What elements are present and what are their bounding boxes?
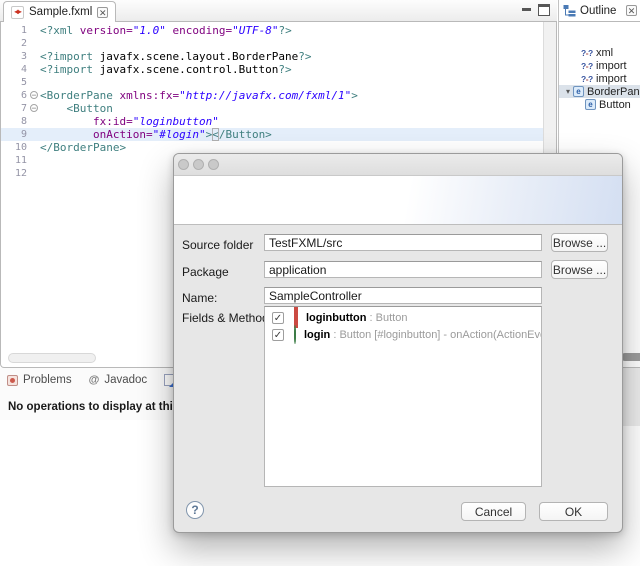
element-icon: e bbox=[585, 99, 596, 110]
outline-item-xml[interactable]: ?-?xml bbox=[559, 46, 640, 59]
source-folder-browse-button[interactable]: Browse ... bbox=[551, 233, 608, 252]
ok-button[interactable]: OK bbox=[539, 502, 608, 521]
member-name: loginbutton bbox=[306, 312, 366, 324]
outline-close-icon[interactable]: ✕ bbox=[626, 5, 637, 16]
editor-tabbar: ◂▸ Sample.fxml ✕ bbox=[0, 0, 557, 22]
checkbox[interactable]: ✓ bbox=[272, 329, 284, 341]
code-text: <?import javafx.scene.control.Button?> bbox=[40, 63, 292, 76]
code-text: <BorderPane xmlns:fx="http://javafx.com/… bbox=[40, 89, 358, 102]
code-text: onAction="#login"></Button> bbox=[40, 128, 272, 141]
outline-item-borderpane[interactable]: ▾eBorderPane bbox=[559, 85, 640, 98]
bottom-tab-label: Problems bbox=[23, 374, 72, 386]
processing-instruction-icon: ?-? bbox=[581, 61, 595, 71]
name-label: Name: bbox=[182, 291, 217, 305]
fields-methods-row[interactable]: ✓ login : Button [#loginbutton] - onActio… bbox=[265, 328, 541, 341]
line-number: 6 bbox=[1, 89, 30, 102]
editor-horizontal-scrollbar[interactable] bbox=[8, 353, 96, 363]
bottom-tab-problems[interactable]: Problems bbox=[7, 374, 72, 386]
javadoc-icon: @ bbox=[89, 374, 100, 386]
code-text: <Button bbox=[40, 102, 113, 115]
code-line[interactable]: 3 <?import javafx.scene.layout.BorderPane… bbox=[1, 50, 544, 63]
code-line[interactable]: 9 onAction="#login"></Button> bbox=[1, 128, 544, 141]
package-browse-button[interactable]: Browse ... bbox=[551, 260, 608, 279]
maximize-view-icon[interactable] bbox=[538, 4, 550, 16]
outline-item-label: import bbox=[595, 60, 627, 72]
outline-item-import[interactable]: ?-?import bbox=[559, 59, 640, 72]
bottom-tab-label: Javadoc bbox=[104, 374, 147, 386]
fields-methods-row[interactable]: ✓ loginbutton : Button bbox=[265, 311, 541, 324]
code-line[interactable]: 8 fx:id="loginbutton" bbox=[1, 115, 544, 128]
fxml-file-icon: ◂▸ bbox=[11, 6, 24, 19]
line-number: 9 bbox=[1, 128, 30, 141]
outline-item-label: BorderPane bbox=[586, 86, 640, 98]
outline-item-label: import bbox=[595, 73, 627, 85]
code-text: fx:id="loginbutton" bbox=[40, 115, 219, 128]
fields-methods-list[interactable]: ✓ loginbutton : Button ✓ login : Button [#l… bbox=[264, 306, 542, 487]
eclipse-workbench: ◂▸ Sample.fxml ✕ 1 <?xml version="1.0" en… bbox=[0, 0, 640, 566]
source-folder-label: Source folder bbox=[182, 238, 253, 252]
code-line[interactable]: 5 bbox=[1, 76, 544, 89]
outline-item-button[interactable]: eButton bbox=[559, 98, 640, 111]
outline-item-label: Button bbox=[598, 99, 631, 111]
line-number: 1 bbox=[1, 24, 30, 37]
editor-tab-sample-fxml[interactable]: ◂▸ Sample.fxml ✕ bbox=[3, 1, 116, 22]
code-line[interactable]: 7− <Button bbox=[1, 102, 544, 115]
outline-item-import[interactable]: ?-?import bbox=[559, 72, 640, 85]
line-number: 7 bbox=[1, 102, 30, 115]
processing-instruction-icon: ?-? bbox=[581, 74, 595, 84]
outline-title: Outline bbox=[580, 5, 616, 17]
dialog-banner bbox=[174, 176, 622, 225]
tab-close-icon[interactable]: ✕ bbox=[97, 7, 108, 18]
dialog-titlebar[interactable] bbox=[174, 154, 622, 176]
line-number: 10 bbox=[1, 141, 30, 154]
cancel-button[interactable]: Cancel bbox=[461, 502, 526, 521]
outline-item-label: xml bbox=[595, 47, 613, 59]
code-line[interactable]: 4 <?import javafx.scene.control.Button?> bbox=[1, 63, 544, 76]
window-zoom-icon[interactable] bbox=[208, 159, 219, 170]
package-field[interactable] bbox=[264, 261, 542, 278]
line-number: 2 bbox=[1, 37, 30, 50]
line-number: 11 bbox=[1, 154, 30, 167]
editor-tab-title: Sample.fxml bbox=[29, 6, 92, 18]
member-detail: : Button [#loginbutton] - onAction(Actio… bbox=[330, 329, 542, 341]
outline-view-icon bbox=[563, 4, 576, 17]
member-name: login bbox=[304, 329, 330, 341]
code-line[interactable]: 6−<BorderPane xmlns:fx="http://javafx.co… bbox=[1, 89, 544, 102]
name-field[interactable] bbox=[264, 287, 542, 304]
new-controller-dialog: Source folder Browse ... Package Browse … bbox=[173, 153, 623, 533]
member-detail: : Button bbox=[366, 312, 407, 324]
problems-icon bbox=[7, 375, 18, 386]
line-number: 12 bbox=[1, 167, 30, 180]
expand-arrow-icon[interactable]: ▾ bbox=[563, 87, 573, 96]
line-number: 3 bbox=[1, 50, 30, 63]
element-icon: e bbox=[573, 86, 584, 97]
fold-collapse-icon[interactable]: − bbox=[30, 104, 38, 112]
line-number: 8 bbox=[1, 115, 30, 128]
window-minimize-icon[interactable] bbox=[193, 159, 204, 170]
outline-tab[interactable]: Outline ✕ bbox=[559, 0, 640, 22]
checkbox[interactable]: ✓ bbox=[272, 312, 284, 324]
source-folder-field[interactable] bbox=[264, 234, 542, 251]
bottom-tab-javadoc[interactable]: @ Javadoc bbox=[89, 374, 148, 386]
fields-methods-label: Fields & Methods bbox=[182, 311, 275, 325]
processing-instruction-icon: ?-? bbox=[581, 48, 595, 58]
fold-collapse-icon[interactable]: − bbox=[30, 91, 38, 99]
method-icon bbox=[294, 325, 296, 344]
code-text: <?import javafx.scene.layout.BorderPane?… bbox=[40, 50, 312, 63]
window-close-icon[interactable] bbox=[178, 159, 189, 170]
help-button[interactable]: ? bbox=[186, 501, 204, 519]
code-text: <?xml version="1.0" encoding="UTF-8"?> bbox=[40, 24, 292, 37]
minimize-view-icon[interactable] bbox=[522, 8, 531, 11]
code-line[interactable]: 1 <?xml version="1.0" encoding="UTF-8"?> bbox=[1, 24, 544, 37]
line-number: 5 bbox=[1, 76, 30, 89]
package-label: Package bbox=[182, 265, 229, 279]
line-number: 4 bbox=[1, 63, 30, 76]
code-line[interactable]: 2 bbox=[1, 37, 544, 50]
outline-tree: ?-?xml?-?import?-?import▾eBorderPaneeBut… bbox=[559, 46, 640, 111]
outline-horizontal-scrollbar[interactable] bbox=[621, 353, 640, 361]
code-text: </BorderPane> bbox=[40, 141, 126, 154]
